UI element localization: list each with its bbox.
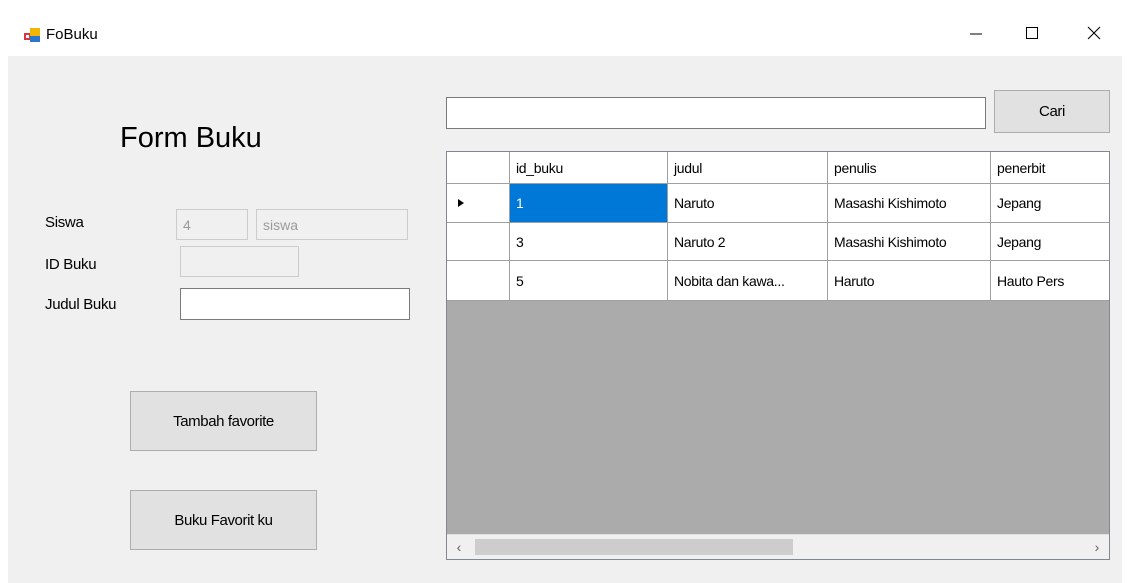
column-header-penulis[interactable]: penulis (828, 152, 991, 184)
maximize-button[interactable] (1004, 10, 1060, 56)
grid-cell[interactable]: Jepang (991, 184, 1109, 223)
siswa-name-value: siswa (263, 216, 299, 233)
grid-cell[interactable]: 5 (510, 261, 668, 301)
row-header[interactable] (447, 261, 510, 301)
search-input[interactable] (446, 97, 986, 129)
current-row-icon (458, 199, 464, 207)
column-header-judul[interactable]: judul (668, 152, 828, 184)
app-icon (24, 28, 40, 42)
scroll-left-icon[interactable]: ‹ (447, 535, 471, 559)
siswa-id-field: 4 (176, 209, 248, 240)
siswa-id-value: 4 (183, 216, 191, 233)
column-header-penerbit[interactable]: penerbit (991, 152, 1109, 184)
grid-cell[interactable]: Hauto Pers (991, 261, 1109, 301)
siswa-name-field: siswa (256, 209, 408, 240)
grid-cell[interactable]: Jepang (991, 223, 1109, 261)
judul-buku-label: Judul Buku (45, 296, 117, 313)
grid-cell[interactable]: 1 (510, 184, 668, 223)
row-header[interactable] (447, 184, 510, 223)
minimize-icon (970, 33, 982, 35)
grid-cell[interactable]: Haruto (828, 261, 991, 301)
column-header-id-buku[interactable]: id_buku (510, 152, 668, 184)
tambah-favorite-button[interactable]: Tambah favorite (130, 391, 317, 451)
scrollbar-thumb[interactable] (475, 539, 793, 555)
siswa-label: Siswa (45, 214, 84, 231)
grid-cell[interactable]: Masashi Kishimoto (828, 184, 991, 223)
books-grid[interactable]: id_buku judul penulis penerbit 1 Naruto … (446, 151, 1110, 560)
form-heading: Form Buku (120, 122, 262, 154)
minimize-button[interactable] (948, 10, 1004, 56)
id-buku-field (180, 246, 299, 277)
buku-favorit-button[interactable]: Buku Favorit ku (130, 490, 317, 550)
grid-cell[interactable]: Masashi Kishimoto (828, 223, 991, 261)
title-bar: FoBuku (8, 10, 1122, 56)
window-title: FoBuku (46, 26, 98, 43)
grid-corner-header (447, 152, 510, 184)
grid-cell[interactable]: Naruto (668, 184, 828, 223)
row-header[interactable] (447, 223, 510, 261)
scroll-right-icon[interactable]: › (1085, 535, 1109, 559)
id-buku-label: ID Buku (45, 256, 97, 273)
close-button[interactable] (1066, 10, 1122, 56)
app-window: FoBuku Form Buku Siswa 4 siswa ID Buku J… (8, 10, 1122, 583)
cari-button[interactable]: Cari (994, 90, 1110, 133)
horizontal-scrollbar[interactable]: ‹ › (447, 534, 1109, 559)
grid-cell[interactable]: Nobita dan kawa... (668, 261, 828, 301)
maximize-icon (1026, 27, 1038, 39)
grid-cell[interactable]: Naruto 2 (668, 223, 828, 261)
close-icon (1087, 26, 1101, 40)
grid-cell[interactable]: 3 (510, 223, 668, 261)
judul-buku-input[interactable] (180, 288, 410, 320)
